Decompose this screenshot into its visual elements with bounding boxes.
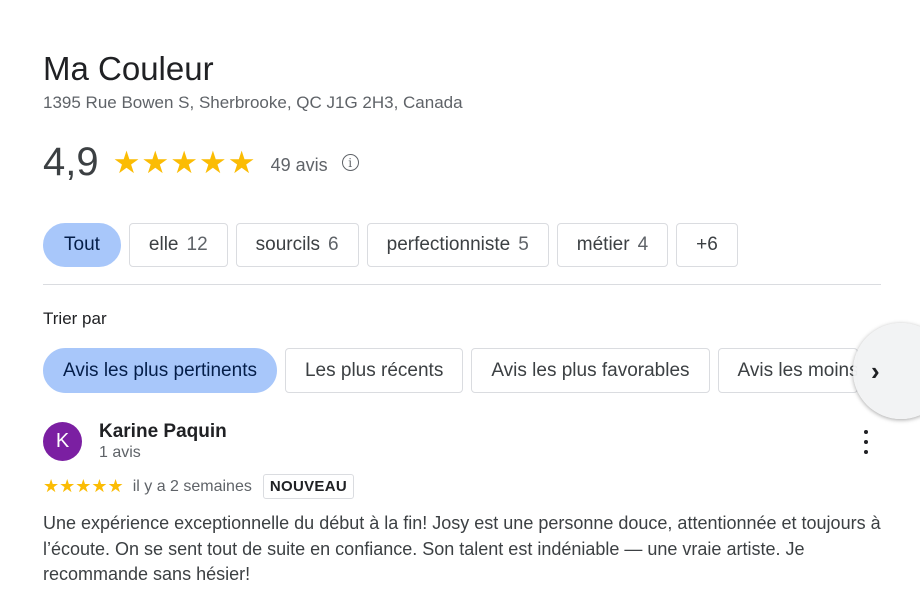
chip-count: 12 (186, 234, 208, 255)
chip-count: 6 (328, 234, 339, 255)
chip-label: sourcils (255, 234, 321, 255)
review-count[interactable]: 49 avis (271, 149, 328, 176)
place-title: Ma Couleur (43, 50, 214, 87)
sort-most-favorable[interactable]: Avis les plus favorables (471, 348, 710, 393)
chip-label: métier (576, 234, 630, 255)
sort-label: Trier par (43, 309, 107, 328)
menu-dot (864, 450, 868, 454)
menu-dot (864, 430, 868, 434)
menu-dot (864, 440, 868, 444)
sort-option-label: Avis les plus favorables (491, 359, 690, 381)
sort-option-label: Avis les plus pertinents (63, 359, 257, 381)
sort-option-label: Avis les moins favorables (737, 359, 858, 381)
chip-more-topics[interactable]: +6 (676, 223, 738, 267)
review-meta-row: ★★★★★ il y a 2 semaines NOUVEAU (43, 474, 354, 499)
review-date: il y a 2 semaines (132, 477, 252, 495)
review-text: Une expérience exceptionnelle du début à… (43, 513, 881, 584)
divider (43, 284, 881, 285)
chip-topic-elle[interactable]: elle 12 (128, 223, 228, 267)
chevron-right-icon: › (871, 355, 880, 386)
rating-value: 4,9 (43, 140, 99, 184)
chip-label: Tout (64, 234, 100, 255)
star-rating-icon: ★★★★★ (112, 144, 257, 180)
reviewer-review-count: 1 avis (99, 444, 141, 461)
reviewer-name[interactable]: Karine Paquin (99, 421, 227, 443)
sort-options: Avis les plus pertinents Les plus récent… (43, 348, 858, 393)
chip-all[interactable]: Tout (43, 223, 121, 267)
sort-most-relevant[interactable]: Avis les plus pertinents (43, 348, 277, 393)
topic-chip-bar: Tout elle 12 sourcils 6 perfectionniste … (43, 223, 738, 267)
chip-count: 4 (637, 234, 649, 255)
chip-count: 5 (518, 234, 529, 255)
chip-label: +6 (696, 234, 718, 255)
chip-topic-sourcils[interactable]: sourcils 6 (235, 223, 359, 267)
scroll-next-button[interactable]: › (853, 323, 920, 419)
sort-least-favorable[interactable]: Avis les moins favorables (717, 348, 858, 393)
place-address: 1395 Rue Bowen S, Sherbrooke, QC J1G 2H3… (43, 93, 463, 112)
rating-summary: 4,9 ★★★★★ 49 avis i (43, 140, 359, 185)
chip-label: perfectionniste (386, 234, 511, 255)
chip-topic-metier[interactable]: métier 4 (556, 223, 669, 267)
chip-label: elle (148, 234, 179, 255)
info-icon[interactable]: i (341, 154, 359, 171)
sort-option-label: Les plus récents (304, 359, 444, 381)
avatar[interactable]: K (43, 422, 82, 461)
review-star-icon: ★★★★★ (43, 476, 124, 496)
more-options-icon[interactable] (857, 428, 875, 456)
chip-topic-perfectionniste[interactable]: perfectionniste 5 (366, 223, 549, 267)
new-badge: NOUVEAU (262, 474, 354, 499)
sort-newest[interactable]: Les plus récents (284, 348, 464, 393)
